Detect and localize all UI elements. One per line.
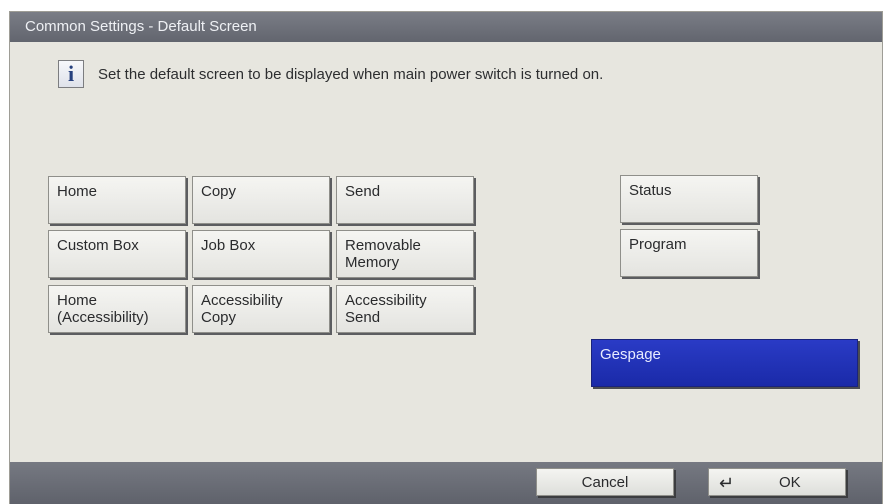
- option-gespage-button[interactable]: Gespage: [591, 339, 858, 387]
- option-home-button[interactable]: Home: [48, 176, 186, 224]
- option-accessibility-send-button[interactable]: Accessibility Send: [336, 285, 474, 333]
- option-accessibility-copy-button[interactable]: Accessibility Copy: [192, 285, 330, 333]
- option-program-button[interactable]: Program: [620, 229, 758, 277]
- cancel-button[interactable]: Cancel: [536, 468, 674, 496]
- option-status-button[interactable]: Status: [620, 175, 758, 223]
- enter-icon: ↵: [719, 473, 735, 493]
- option-removable-memory-button[interactable]: Removable Memory: [336, 230, 474, 278]
- settings-screen: Common Settings - Default Screen i Set t…: [10, 12, 882, 504]
- option-copy-button[interactable]: Copy: [192, 176, 330, 224]
- option-job-box-button[interactable]: Job Box: [192, 230, 330, 278]
- ok-button-content: ↵ OK: [709, 469, 845, 495]
- bottom-bar: Cancel ↵ OK: [10, 462, 882, 504]
- window-title: Common Settings - Default Screen: [10, 12, 882, 42]
- instruction-text: Set the default screen to be displayed w…: [98, 65, 604, 83]
- ok-label: OK: [779, 474, 801, 491]
- ok-button[interactable]: ↵ OK: [708, 468, 846, 496]
- option-custom-box-button[interactable]: Custom Box: [48, 230, 186, 278]
- info-icon: i: [58, 60, 84, 88]
- option-send-button[interactable]: Send: [336, 176, 474, 224]
- info-icon-glyph: i: [67, 61, 75, 86]
- message-row: i Set the default screen to be displayed…: [58, 58, 603, 90]
- cancel-label: Cancel: [581, 473, 629, 491]
- option-home-accessibility-button[interactable]: Home (Accessibility): [48, 285, 186, 333]
